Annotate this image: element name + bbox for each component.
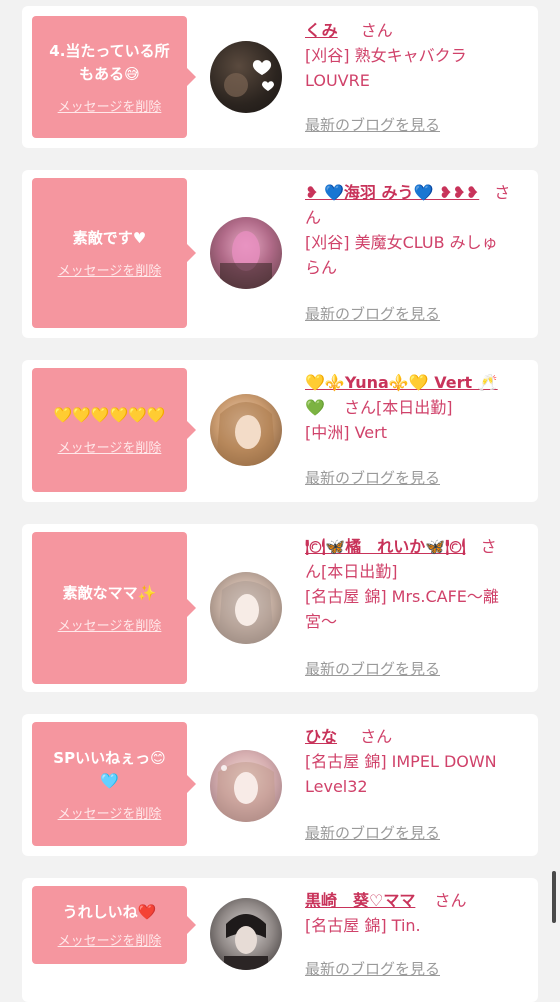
honorific-cont: ん [305,208,322,227]
message-bubble: 素敵なママ✨ メッセージを削除 [32,532,196,684]
delete-message-link[interactable]: メッセージを削除 [58,437,162,456]
latest-blog-link[interactable]: 最新のブログを見る [305,114,440,135]
message-text: 素敵なママ✨ [62,584,157,602]
scrollbar[interactable] [552,871,556,923]
message-card: うれしいね❤️ メッセージを削除 黒崎 葵♡ママ さん [名古屋 錦] Tin.… [22,878,538,1002]
cast-info: ❥ 💙海羽 みう💙 ❥❥❥ さ ん [刈谷] 美魔女CLUB みしゅ らん [305,180,527,280]
latest-blog-link[interactable]: 最新のブログを見る [305,958,440,979]
shop-name: [名古屋 錦] Mrs.CAFE〜離 [305,587,499,606]
avatar[interactable] [210,41,282,113]
message-bubble: 💛💛💛💛💛💛 メッセージを削除 [32,368,196,492]
cast-name-link[interactable]: くみ [305,21,338,40]
latest-blog-link[interactable]: 最新のブログを見る [305,822,440,843]
message-bubble: SPいいねぇっ😊 🩵 メッセージを削除 [32,722,196,846]
honorific: さん [360,21,393,40]
message-text: 4.当たっている所 もある😅 [49,41,170,83]
cast-info: 黒崎 葵♡ママ さん [名古屋 錦] Tin. [305,888,527,938]
shop-name-cont: らん [305,258,338,277]
delete-message-link[interactable]: メッセージを削除 [58,930,162,949]
delete-message-link[interactable]: メッセージを削除 [58,260,162,279]
status-badge: [本日出勤] [376,398,453,417]
cast-info: 🍽🦋橘 れいか🦋🍽 さ ん[本日出勤] [名古屋 錦] Mrs.CAFE〜離 宮… [305,534,527,634]
message-card: 素敵なママ✨ メッセージを削除 🍽🦋橘 れいか🦋🍽 さ ん[本日出勤] [名古屋… [22,524,538,692]
cast-info: 💛⚜️Yuna⚜️💛 Vert 🥂 💚 さん[本日出勤] [中洲] Vert [305,370,527,445]
shop-name-cont: LOUVRE [305,71,370,90]
avatar[interactable] [210,217,282,289]
message-card: 4.当たっている所 もある😅 メッセージを削除 くみ さん [刈谷] 熟女キャバ… [22,6,538,148]
message-bubble: 素敵です♥ メッセージを削除 [32,178,196,328]
shop-name: [名古屋 錦] IMPEL DOWN [305,752,497,771]
message-bubble: 4.当たっている所 もある😅 メッセージを削除 [32,16,196,138]
honorific: さん [344,398,377,417]
cast-name-link[interactable]: 黒崎 葵♡ママ [305,891,415,910]
message-bubble: うれしいね❤️ メッセージを削除 [32,886,196,964]
delete-message-link[interactable]: メッセージを削除 [58,96,162,115]
honorific: さ [480,537,497,556]
honorific: さん [360,727,393,746]
cast-name-link[interactable]: ❥ 💙海羽 みう💙 ❥❥❥ [305,183,479,202]
cast-name-link[interactable]: 💛⚜️Yuna⚜️💛 Vert 🥂 [305,373,498,392]
cast-name-link[interactable]: 🍽🦋橘 れいか🦋🍽 [305,537,465,556]
honorific: さん [434,891,467,910]
status-badge: [本日出勤] [321,562,398,581]
shop-name: [名古屋 錦] Tin. [305,916,421,935]
message-card: SPいいねぇっ😊 🩵 メッセージを削除 ひな さん [名古屋 錦] IMPEL … [22,714,538,856]
avatar[interactable] [210,572,282,644]
latest-blog-link[interactable]: 最新のブログを見る [305,658,440,679]
message-text: SPいいねぇっ😊 🩵 [53,748,166,790]
shop-name: [中洲] Vert [305,423,387,442]
honorific-cont: ん [305,562,322,581]
shop-name: [刈谷] 熟女キャバクラ [305,46,467,65]
message-card: 💛💛💛💛💛💛 メッセージを削除 💛⚜️Yuna⚜️💛 Vert 🥂 💚 さん[本… [22,360,538,502]
avatar[interactable] [210,394,282,466]
avatar[interactable] [210,898,282,970]
honorific: さ [494,183,511,202]
shop-name: [刈谷] 美魔女CLUB みしゅ [305,233,498,252]
shop-name-cont: Level32 [305,777,368,796]
cast-name-link-cont[interactable]: 💚 [305,398,325,417]
delete-message-link[interactable]: メッセージを削除 [58,615,162,634]
cast-info: ひな さん [名古屋 錦] IMPEL DOWN Level32 [305,724,527,799]
avatar[interactable] [210,750,282,822]
message-text: 素敵です♥ [72,229,147,247]
message-text: うれしいね❤️ [62,903,157,921]
latest-blog-link[interactable]: 最新のブログを見る [305,303,440,324]
cast-name-link[interactable]: ひな [305,727,337,746]
latest-blog-link[interactable]: 最新のブログを見る [305,467,440,488]
cast-info: くみ さん [刈谷] 熟女キャバクラ LOUVRE [305,18,527,93]
message-card: 素敵です♥ メッセージを削除 ❥ 💙海羽 みう💙 ❥❥❥ さ ん [刈谷] 美魔… [22,170,538,338]
message-text: 💛💛💛💛💛💛 [53,406,166,424]
shop-name-cont: 宮〜 [305,612,338,631]
delete-message-link[interactable]: メッセージを削除 [58,803,162,822]
